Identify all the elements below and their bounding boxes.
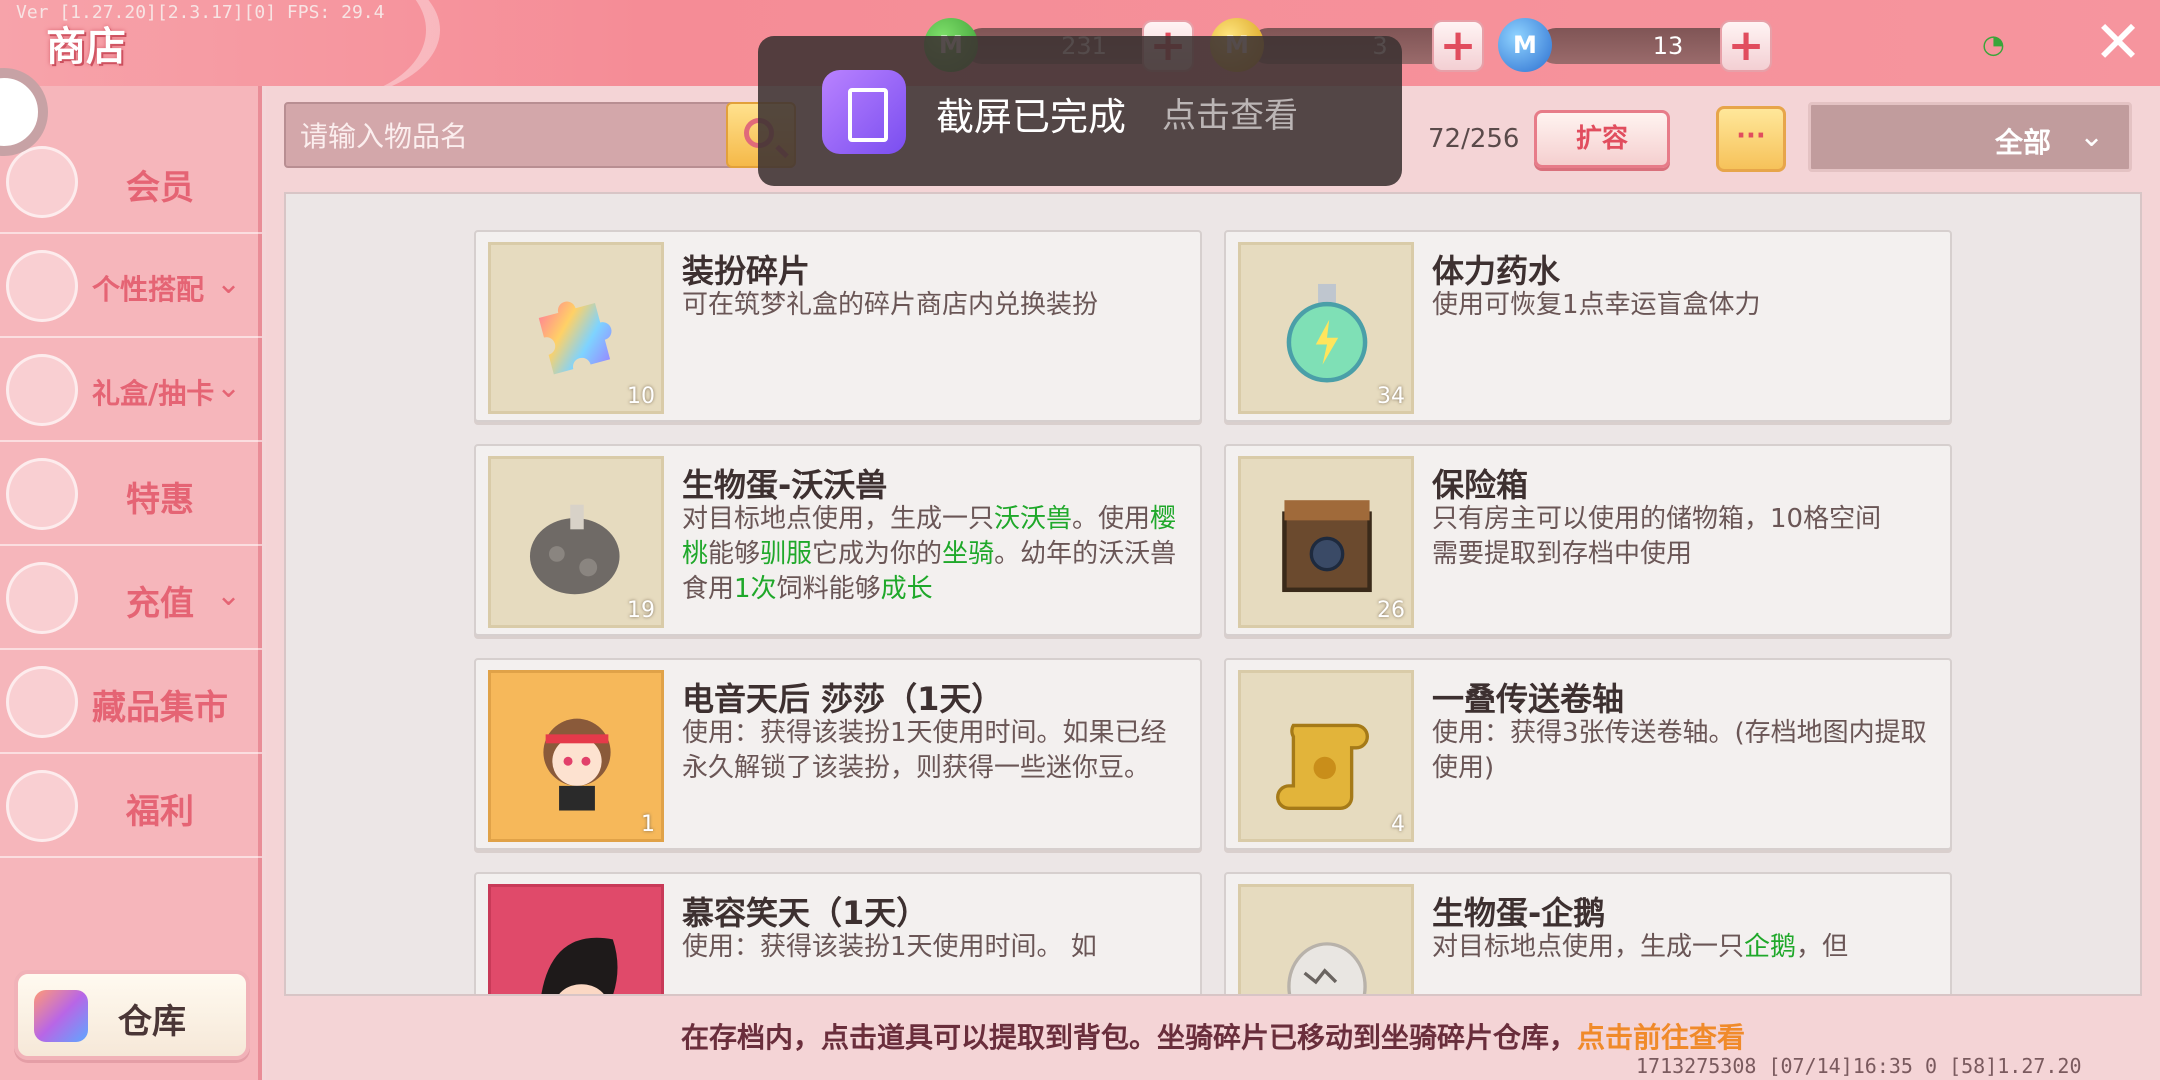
build-info: 1713275308 [07/14]16:35 0 [58]1.27.20	[1636, 1054, 2082, 1078]
warehouse-icon	[34, 990, 88, 1042]
footer-note-text: 在存档内，点击道具可以提取到背包。坐骑碎片已移动到坐骑碎片仓库，	[680, 1021, 1577, 1054]
item-quantity: 19	[627, 598, 655, 623]
gift-wheel-icon	[6, 354, 78, 426]
item-thumbnail: 4	[1238, 670, 1414, 842]
character-avatar-icon	[541, 937, 618, 994]
item-name: 慕容笑天（1天）	[682, 894, 929, 932]
chevron-down-icon: ⌄	[216, 578, 242, 613]
warehouse-button[interactable]: 仓库	[14, 970, 250, 1060]
currency-blue: M 13 +	[1498, 18, 1778, 74]
item-card[interactable]: 34 体力药水 使用可恢复1点幸运盲盒体力	[1224, 230, 1952, 422]
item-quantity: 26	[1377, 598, 1405, 623]
expand-button[interactable]: 扩容	[1534, 110, 1670, 168]
chevron-down-icon: ⌄	[216, 370, 242, 405]
item-thumbnail	[1238, 884, 1414, 994]
item-quantity: 34	[1377, 384, 1405, 409]
item-card[interactable]: 生物蛋-企鹅 对目标地点使用，生成一只企鹅，但	[1224, 872, 1952, 994]
item-name: 一叠传送卷轴	[1432, 680, 1625, 718]
item-thumbnail: 26	[1238, 456, 1414, 628]
signal-icon: ◔	[1982, 30, 2005, 60]
item-quantity: 1	[641, 812, 655, 837]
sidebar-item-label: 藏品集市	[92, 688, 228, 728]
item-thumbnail: 34	[1238, 242, 1414, 414]
egg-icon	[1287, 942, 1367, 994]
capacity-count: 72/256	[1428, 124, 1520, 154]
sidebar-item-label: 个性搭配	[92, 273, 205, 306]
item-quantity: 10	[627, 384, 655, 409]
footer-view-link[interactable]: 点击前往查看	[1577, 1021, 1745, 1054]
screenshot-icon	[822, 70, 906, 154]
filter-dropdown[interactable]: 全部 ⌄	[1808, 102, 2132, 172]
item-name: 保险箱	[1432, 466, 1529, 504]
item-thumbnail	[488, 884, 664, 994]
item-card[interactable]: 4 一叠传送卷轴 使用：获得3张传送卷轴。(存档地图内提取使用)	[1224, 658, 1952, 850]
sidebar-item-label: 会员	[126, 168, 194, 208]
item-thumbnail: 19	[488, 456, 664, 628]
blue-coin-icon: M	[1498, 18, 1552, 72]
item-thumbnail: 10	[488, 242, 664, 414]
close-button[interactable]: ✕	[2090, 13, 2146, 71]
footer-note: 在存档内，点击道具可以提取到背包。坐骑碎片已移动到坐骑碎片仓库，点击前往查看	[284, 1016, 2142, 1056]
item-description: 对目标地点使用，生成一只沃沃兽。使用樱桃能够驯服它成为你的坐骑。幼年的沃沃兽食用…	[682, 504, 1177, 604]
item-list[interactable]: 10 装扮碎片 可在筑梦礼盒的碎片商店内兑换装扮 34 体力药水 使用可恢复1点…	[284, 192, 2142, 996]
sidebar-item-label: 福利	[126, 792, 194, 832]
sidebar-item-vip[interactable]: 会员	[0, 130, 262, 234]
more-options-button[interactable]: ···	[1716, 106, 1786, 172]
search-input[interactable]	[300, 114, 700, 158]
item-card[interactable]: 26 保险箱 只有房主可以使用的储物箱，10格空间 需要提取到存档中使用	[1224, 444, 1952, 636]
chevron-down-icon: ⌄	[216, 266, 242, 301]
item-card[interactable]: 19 生物蛋-沃沃兽 对目标地点使用，生成一只沃沃兽。使用樱桃能够驯服它成为你的…	[474, 444, 1202, 636]
search-box	[284, 102, 796, 168]
sidebar-item-label: 礼盒/抽卡	[92, 377, 215, 410]
item-description: 对目标地点使用，生成一只企鹅，但	[1432, 932, 1849, 962]
scroll-icon	[1276, 723, 1369, 810]
item-description: 使用可恢复1点幸运盲盒体力	[1432, 290, 1761, 320]
sidebar-item-label: 特惠	[126, 480, 194, 520]
sidebar-item-recharge[interactable]: 充值 ⌄	[0, 546, 262, 650]
character-avatar-icon	[543, 718, 611, 811]
item-description: 使用：获得3张传送卷轴。(存档地图内提取使用)	[1432, 718, 1927, 783]
coin-stack-icon	[6, 562, 78, 634]
sidebar-item-welfare[interactable]: 福利	[0, 754, 262, 858]
item-card[interactable]: 10 装扮碎片 可在筑梦礼盒的碎片商店内兑换装扮	[474, 230, 1202, 422]
diamond-icon	[6, 666, 78, 738]
item-name: 生物蛋-沃沃兽	[682, 466, 888, 504]
toast-title: 截屏已完成	[936, 95, 1127, 139]
item-name: 生物蛋-企鹅	[1432, 894, 1606, 932]
discount-box-icon	[6, 458, 78, 530]
add-gold-currency-button[interactable]: +	[1432, 20, 1484, 72]
sidebar: 会员 个性搭配 ⌄ 礼盒/抽卡 ⌄ 特惠 充值 ⌄ 藏品集市 福利	[0, 86, 262, 1080]
screenshot-toast[interactable]: 截屏已完成 点击查看	[758, 36, 1402, 186]
item-name: 体力药水	[1432, 252, 1561, 290]
sidebar-item-outfit[interactable]: 个性搭配 ⌄	[0, 234, 262, 338]
item-thumbnail: 1	[488, 670, 664, 842]
item-quantity: 4	[1391, 812, 1405, 837]
item-description: 只有房主可以使用的储物箱，10格空间 需要提取到存档中使用	[1432, 504, 1882, 569]
gift-icon	[6, 770, 78, 842]
filter-selected: 全部	[1994, 126, 2051, 159]
sidebar-item-collectibles[interactable]: 藏品集市	[0, 650, 262, 754]
toast-view-link[interactable]: 点击查看	[1162, 88, 1298, 137]
item-card[interactable]: 慕容笑天（1天） 使用：获得该装扮1天使用时间。 如	[474, 872, 1202, 994]
sidebar-item-giftbox[interactable]: 礼盒/抽卡 ⌄	[0, 338, 262, 442]
puzzle-piece-icon	[538, 301, 612, 375]
sidebar-item-deals[interactable]: 特惠	[0, 442, 262, 546]
item-description: 使用：获得该装扮1天使用时间。 如	[682, 932, 1097, 962]
page-title: 商店	[46, 24, 126, 70]
item-description: 使用：获得该装扮1天使用时间。如果已经永久解锁了该装扮，则获得一些迷你豆。	[682, 718, 1167, 783]
add-blue-currency-button[interactable]: +	[1720, 20, 1772, 72]
chevron-down-icon: ⌄	[2079, 119, 2105, 154]
vip-icon	[6, 146, 78, 218]
safe-box-icon	[1282, 500, 1372, 593]
item-name: 装扮碎片	[682, 252, 811, 290]
warehouse-label: 仓库	[118, 1002, 186, 1042]
trophy-icon	[6, 250, 78, 322]
item-card[interactable]: 1 电音天后 莎莎（1天） 使用：获得该装扮1天使用时间。如果已经永久解锁了该装…	[474, 658, 1202, 850]
egg-icon	[529, 504, 620, 595]
item-name: 电音天后 莎莎（1天）	[682, 680, 1004, 718]
potion-icon	[1286, 283, 1368, 383]
item-description: 可在筑梦礼盒的碎片商店内兑换装扮	[682, 290, 1099, 320]
